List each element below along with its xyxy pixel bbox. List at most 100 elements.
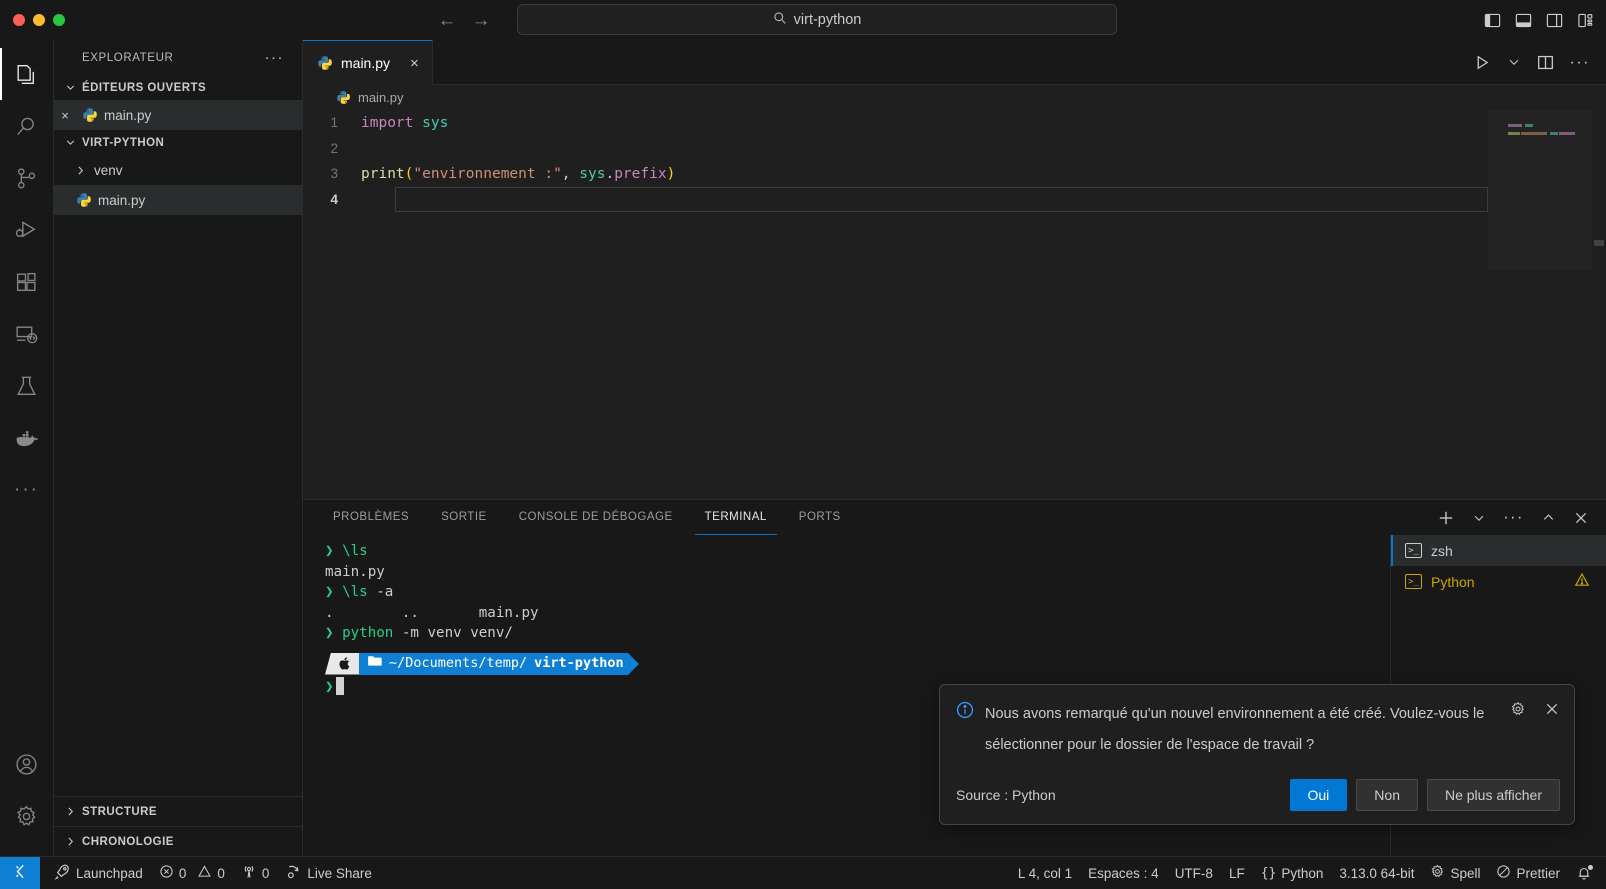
status-problems[interactable]: 0 0: [151, 857, 233, 889]
section-open-editors[interactable]: ÉDITEURS OUVERTS: [54, 75, 302, 100]
panel-tab-terminal[interactable]: TERMINAL: [695, 500, 777, 535]
terminal-tab-python-label: Python: [1431, 574, 1475, 590]
activity-bar-item-extensions[interactable]: [0, 256, 54, 308]
close-tab-icon[interactable]: ×: [410, 55, 419, 72]
section-outline-label: STRUCTURE: [82, 806, 157, 818]
activity-bar-item-manage[interactable]: [0, 790, 54, 842]
run-dropdown-chevron-down-icon[interactable]: [1507, 55, 1521, 69]
toggle-primary-sidebar-icon[interactable]: [1484, 12, 1501, 29]
toggle-panel-icon[interactable]: [1515, 12, 1532, 29]
run-python-file-icon[interactable]: [1474, 54, 1491, 71]
status-live-share[interactable]: Live Share: [277, 857, 380, 889]
python-file-icon: [336, 90, 352, 106]
no-entry-icon: [1496, 864, 1511, 882]
search-icon: [773, 11, 787, 28]
new-terminal-dropdown-chevron-down-icon[interactable]: [1472, 511, 1486, 525]
line-number-current: 4: [303, 192, 361, 207]
status-bar: Launchpad 0 0: [0, 856, 1606, 889]
status-prettier[interactable]: Prettier: [1488, 857, 1568, 889]
tree-item-main-py[interactable]: main.py: [54, 185, 302, 215]
layout-controls: [1484, 0, 1594, 40]
chevron-right-icon: [62, 835, 78, 848]
terminal-tab-zsh[interactable]: >_ zsh: [1391, 535, 1606, 566]
editor-scrollbar-thumb[interactable]: [1594, 240, 1604, 246]
activity-bar-item-source-control[interactable]: [0, 152, 54, 204]
panel-tab-debug-console[interactable]: CONSOLE DE DÉBOGAGE: [509, 500, 683, 535]
powerline-path-current: virt-python: [534, 653, 623, 674]
powerline-arrow-2: [628, 653, 639, 675]
status-prettier-label: Prettier: [1516, 866, 1560, 881]
panel-views-and-more-icon[interactable]: ···: [1503, 514, 1524, 521]
activity-bar-item-docker[interactable]: [0, 412, 54, 464]
close-panel-icon[interactable]: [1573, 510, 1589, 526]
tree-item-venv[interactable]: venv: [54, 155, 302, 185]
notification-header-actions: [1510, 701, 1560, 717]
notification-message: Nous avons remarqué qu'un nouvel environ…: [985, 699, 1499, 761]
activity-bar-item-explorer[interactable]: [0, 48, 54, 100]
rocket-icon: [54, 863, 71, 883]
notification-toast[interactable]: Nous avons remarqué qu'un nouvel environ…: [939, 684, 1575, 825]
status-eol[interactable]: LF: [1221, 857, 1253, 889]
minimap-slider[interactable]: [1488, 110, 1592, 270]
activity-bar-item-run-and-debug[interactable]: [0, 204, 54, 256]
close-icon[interactable]: [1544, 701, 1560, 717]
terminal-tab-python[interactable]: >_ Python: [1391, 566, 1606, 597]
status-language-mode[interactable]: {} Python: [1253, 857, 1332, 889]
sidebar-more-actions-icon[interactable]: ···: [265, 54, 285, 62]
section-workspace-folder[interactable]: VIRT-PYTHON: [54, 130, 302, 155]
status-encoding[interactable]: UTF-8: [1167, 857, 1221, 889]
toggle-secondary-sidebar-icon[interactable]: [1546, 12, 1563, 29]
go-back-button[interactable]: ←: [437, 11, 457, 30]
panel-tab-ports[interactable]: PORTS: [789, 500, 851, 535]
activity-bar-item-testing[interactable]: [0, 360, 54, 412]
status-spell[interactable]: Spell: [1422, 857, 1488, 889]
notification-dont-show-again-button[interactable]: Ne plus afficher: [1427, 779, 1560, 811]
open-editor-item-main-py[interactable]: × main.py: [54, 100, 302, 130]
close-window-button[interactable]: [13, 14, 25, 26]
split-editor-icon[interactable]: [1537, 54, 1554, 71]
code-editor[interactable]: 1 import sys 2 3 print("environnement :"…: [303, 110, 1606, 499]
apple-logo-icon: [325, 653, 359, 675]
status-ports[interactable]: 0: [233, 857, 278, 889]
new-terminal-plus-icon[interactable]: [1437, 509, 1455, 527]
editor-more-actions-icon[interactable]: ···: [1570, 59, 1590, 66]
notification-no-button[interactable]: Non: [1356, 779, 1418, 811]
activity-bar-item-accounts[interactable]: [0, 738, 54, 790]
python-file-icon: [317, 55, 333, 71]
panel-tab-problems[interactable]: PROBLÈMES: [323, 500, 419, 535]
status-python-interpreter[interactable]: 3.13.0 64-bit: [1331, 857, 1422, 889]
go-forward-button[interactable]: →: [471, 11, 491, 30]
beaker-icon: [14, 374, 39, 399]
status-indentation[interactable]: Espaces : 4: [1080, 857, 1167, 889]
minimize-window-button[interactable]: [33, 14, 45, 26]
status-cursor-position[interactable]: L 4, col 1: [1010, 857, 1080, 889]
line-number: 3: [303, 166, 361, 181]
code-line-1: 1 import sys: [303, 110, 1606, 136]
maximize-window-button[interactable]: [53, 14, 65, 26]
close-editor-icon[interactable]: ×: [54, 108, 76, 123]
status-bar-right: L 4, col 1 Espaces : 4 UTF-8 LF {} Pytho…: [1010, 857, 1606, 889]
activity-bar-item-remote-explorer[interactable]: [0, 308, 54, 360]
chevron-down-icon: [62, 81, 78, 94]
customize-layout-icon[interactable]: [1577, 12, 1594, 29]
minimap[interactable]: [1488, 110, 1592, 499]
editor-scrollbar[interactable]: [1592, 110, 1606, 499]
remote-window-indicator[interactable]: [0, 857, 40, 889]
editor-tab-main-py[interactable]: main.py ×: [303, 40, 433, 85]
section-outline[interactable]: STRUCTURE: [54, 796, 302, 826]
braces-icon: {}: [1261, 866, 1277, 881]
terminal-line: ❯ \ls: [325, 541, 1390, 562]
panel-tab-output[interactable]: SORTIE: [431, 500, 497, 535]
breadcrumb[interactable]: main.py: [303, 85, 1606, 110]
section-timeline[interactable]: CHRONOLOGIE: [54, 826, 302, 856]
status-notifications[interactable]: [1568, 857, 1606, 889]
activity-bar-item-search[interactable]: [0, 100, 54, 152]
gear-icon[interactable]: [1510, 701, 1526, 717]
command-center-search[interactable]: virt-python: [517, 4, 1117, 35]
activity-bar-item-more[interactable]: ···: [0, 464, 54, 516]
status-launchpad[interactable]: Launchpad: [40, 857, 151, 889]
notification-yes-button[interactable]: Oui: [1290, 779, 1348, 811]
maximize-panel-chevron-up-icon[interactable]: [1541, 510, 1556, 525]
terminal-tab-zsh-label: zsh: [1431, 543, 1453, 559]
workspace-folder-label: VIRT-PYTHON: [82, 137, 164, 149]
